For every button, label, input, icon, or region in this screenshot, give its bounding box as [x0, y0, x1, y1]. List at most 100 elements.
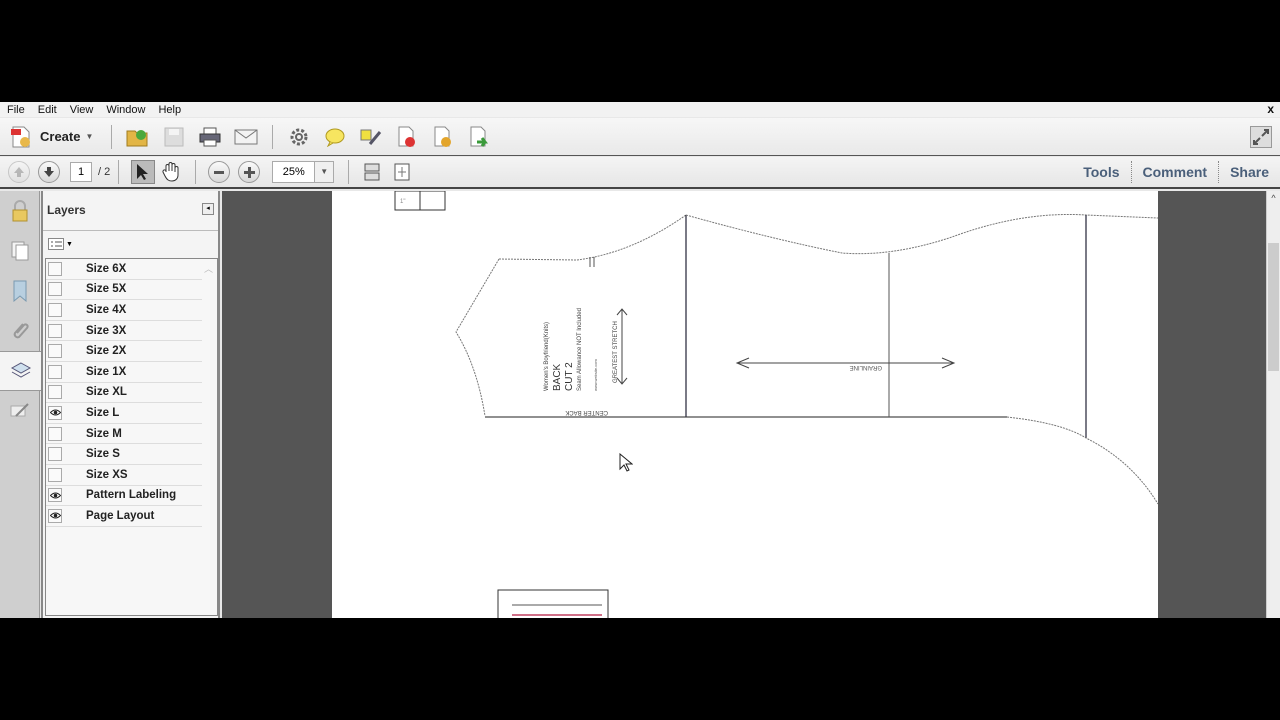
layer-row[interactable]: Size 1X: [46, 362, 202, 383]
layer-visibility-toggle[interactable]: [48, 467, 62, 482]
fullscreen-button[interactable]: [1250, 126, 1272, 148]
layer-visibility-toggle[interactable]: [48, 344, 62, 359]
layer-row[interactable]: Size 6X: [46, 259, 202, 280]
open-button[interactable]: [124, 123, 152, 151]
layer-visibility-toggle[interactable]: [48, 282, 62, 297]
close-icon[interactable]: x: [1267, 102, 1274, 117]
list-options-icon: [48, 238, 64, 250]
layer-row[interactable]: Size 5X: [46, 280, 202, 301]
navigation-toolbar: 1 / 2 25% ▼ Tools Comment Share: [0, 157, 1280, 189]
tools-link[interactable]: Tools: [1072, 161, 1130, 183]
layer-visibility-toggle[interactable]: [48, 302, 62, 317]
pages-icon: [11, 241, 29, 261]
highlight-button[interactable]: [357, 123, 385, 151]
layer-row[interactable]: Size 4X: [46, 300, 202, 321]
navigation-pane-rail: [0, 191, 41, 618]
greatest-stretch-label: GREATEST STRETCH: [613, 321, 619, 383]
layer-visibility-toggle[interactable]: [48, 323, 62, 338]
center-back-label: CENTER BACK: [565, 409, 608, 415]
next-page-button[interactable]: [38, 161, 60, 183]
separator: [272, 124, 274, 149]
layer-row[interactable]: Page Layout: [46, 506, 202, 527]
chevron-down-icon[interactable]: ▼: [315, 162, 334, 182]
security-button[interactable]: [0, 191, 40, 231]
arrow-up-icon: [14, 167, 24, 177]
layer-visibility-toggle[interactable]: [48, 364, 62, 379]
prev-page-button[interactable]: [8, 161, 30, 183]
layer-row[interactable]: Size 3X: [46, 321, 202, 342]
options-menu-button[interactable]: ▼: [48, 238, 73, 250]
zoom-out-button[interactable]: [208, 161, 231, 183]
share-link[interactable]: Share: [1218, 161, 1280, 183]
layer-name: Size 6X: [86, 262, 127, 275]
menu-help[interactable]: Help: [151, 104, 187, 116]
document-view[interactable]: 1" GRAINLINE Women's Boyfriend(Knits) BA…: [222, 191, 1266, 618]
layer-visibility-toggle[interactable]: [48, 447, 62, 462]
highlight-icon: [360, 129, 382, 145]
select-tool-button[interactable]: [131, 160, 156, 184]
create-pdf-icon: [11, 126, 30, 147]
save-button[interactable]: [160, 123, 188, 151]
settings-icon: [290, 128, 308, 145]
layer-visibility-toggle[interactable]: [48, 261, 62, 276]
layer-row[interactable]: Size M: [46, 424, 202, 445]
menu-view[interactable]: View: [63, 104, 100, 116]
email-button[interactable]: [232, 123, 260, 151]
menu-window[interactable]: Window: [99, 104, 151, 116]
zoom-select[interactable]: 25% ▼: [272, 161, 335, 183]
layer-row[interactable]: Size 2X: [46, 341, 202, 362]
scrolling-mode-button[interactable]: [361, 158, 383, 186]
comment-button[interactable]: [321, 123, 349, 151]
scroll-thumb[interactable]: [1268, 243, 1279, 371]
arrow-down-icon: [44, 167, 54, 177]
list-scroll-up-icon[interactable]: ︿: [204, 262, 213, 275]
eye-icon: [49, 409, 61, 416]
export-button[interactable]: [465, 123, 493, 151]
layer-row[interactable]: Size XL: [46, 383, 202, 404]
page-number-input[interactable]: 1: [70, 162, 92, 182]
signatures-button[interactable]: [0, 391, 40, 431]
pattern-cut-label: CUT 2: [564, 362, 575, 391]
zoom-value[interactable]: 25%: [273, 162, 316, 182]
layer-row[interactable]: Size L: [46, 403, 202, 424]
layer-visibility-toggle[interactable]: [48, 385, 62, 400]
layer-visibility-toggle[interactable]: [48, 508, 62, 523]
layer-visibility-toggle[interactable]: [48, 426, 62, 441]
create-label: Create: [40, 129, 81, 144]
layers-button[interactable]: [0, 351, 41, 391]
scroll-up-icon[interactable]: ^: [1267, 191, 1280, 205]
print-button[interactable]: [196, 123, 224, 151]
neckline-curve: [498, 214, 687, 261]
layer-row[interactable]: Size S: [46, 444, 202, 465]
eye-icon: [49, 492, 61, 499]
layer-row[interactable]: Pattern Labeling: [46, 486, 202, 507]
zoom-in-button[interactable]: [238, 161, 261, 183]
fit-page-button[interactable]: [391, 158, 413, 186]
replace-page-button[interactable]: [429, 123, 457, 151]
delete-page-button[interactable]: [393, 123, 421, 151]
collapse-panel-button[interactable]: ◂: [202, 203, 214, 215]
layer-visibility-toggle[interactable]: [48, 488, 62, 503]
menu-file[interactable]: File: [0, 104, 31, 116]
create-button[interactable]: Create ▼: [10, 123, 93, 151]
layer-row[interactable]: Size XS: [46, 465, 202, 486]
menu-edit[interactable]: Edit: [31, 104, 63, 116]
main-toolbar: Create ▼: [0, 118, 1280, 156]
hand-tool-button[interactable]: [159, 158, 183, 186]
vertical-scrollbar[interactable]: ^: [1266, 191, 1280, 618]
layer-name: Size XL: [86, 386, 127, 399]
attachments-button[interactable]: [0, 311, 40, 351]
layer-visibility-toggle[interactable]: [48, 405, 62, 420]
comment-link[interactable]: Comment: [1130, 161, 1219, 183]
settings-button[interactable]: [285, 123, 313, 151]
bookmarks-button[interactable]: [0, 271, 40, 311]
page-total: / 2: [98, 166, 111, 178]
acrobat-window: File Edit View Window Help x Create ▼ 1 …: [0, 102, 1280, 618]
layers-options-bar: ▼: [43, 231, 218, 257]
paperclip-icon: [13, 323, 29, 339]
seam-allowance-label: Seam Allowance NOT Included: [577, 308, 583, 391]
separator: [118, 160, 120, 184]
grainline-label: GRAINLINE: [850, 364, 882, 370]
page-thumbnails-button[interactable]: [0, 231, 40, 271]
layer-name: Size 1X: [86, 365, 127, 378]
